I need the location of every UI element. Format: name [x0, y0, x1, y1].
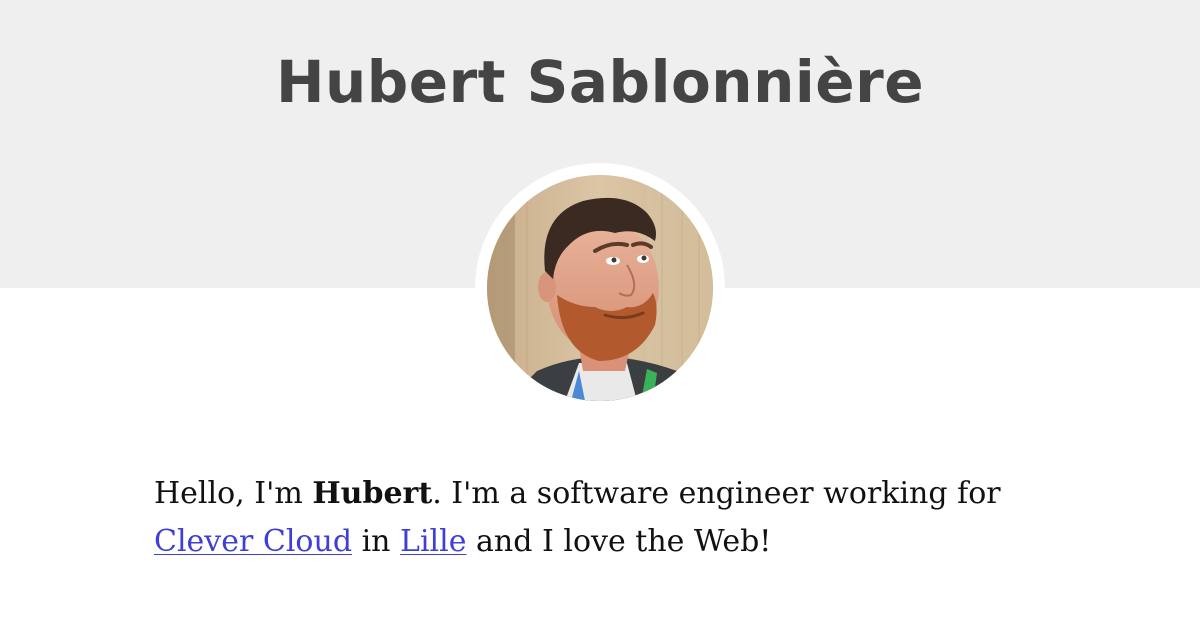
intro-paragraph: Hello, I'm Hubert. I'm a software engine…: [154, 470, 1054, 566]
intro-after-name: . I'm a software engineer working for: [432, 476, 1001, 511]
avatar: [475, 163, 725, 413]
intro-greeting: Hello, I'm: [154, 476, 313, 511]
profile-photo-icon: [487, 175, 713, 401]
intro-name: Hubert: [312, 476, 433, 511]
intro-in: in: [352, 524, 401, 559]
page-title: Hubert Sablonnière: [275, 48, 925, 116]
intro-closing: and I love the Web!: [466, 524, 772, 559]
lille-link[interactable]: Lille: [400, 524, 466, 559]
avatar-photo: [487, 175, 713, 401]
clever-cloud-link[interactable]: Clever Cloud: [154, 524, 352, 559]
